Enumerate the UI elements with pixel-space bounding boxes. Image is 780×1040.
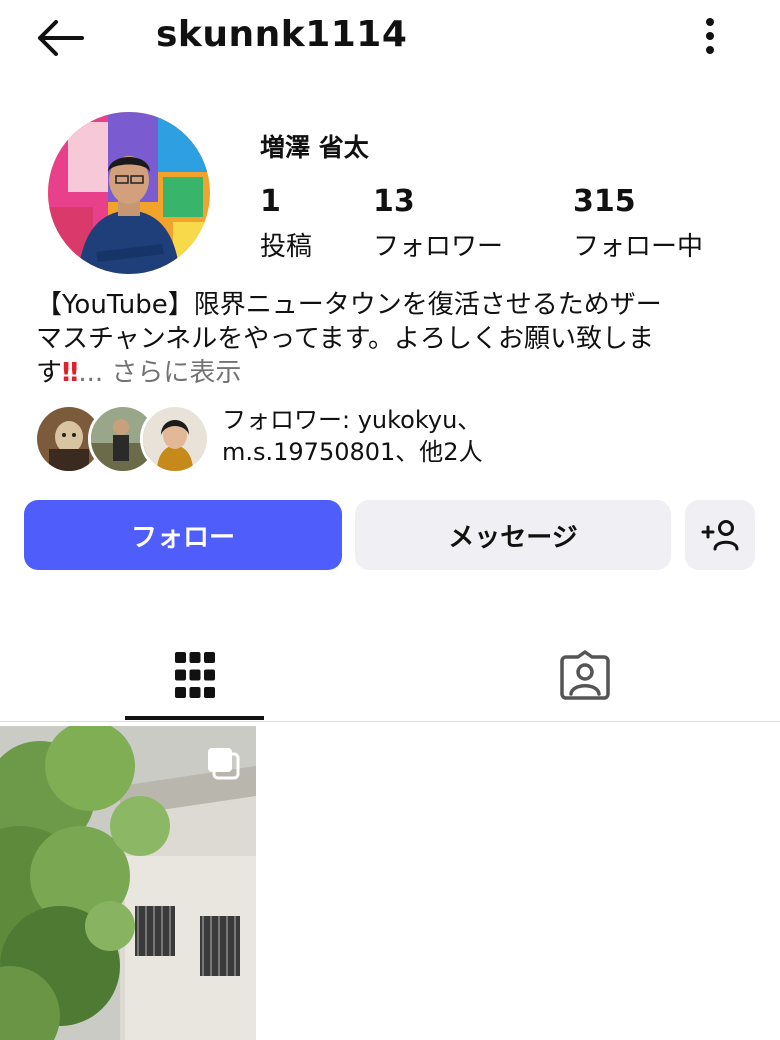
- tab-posts-grid[interactable]: [125, 630, 264, 720]
- profile-username: skunnk1114: [156, 14, 408, 55]
- mutual-line-2: m.s.19750801、他2人: [222, 438, 483, 466]
- tagged-person-icon: [560, 650, 610, 700]
- message-button[interactable]: メッセージ: [355, 500, 671, 570]
- bio-more-link[interactable]: ... さらに表示: [78, 358, 241, 388]
- suggest-users-button[interactable]: [685, 500, 755, 570]
- active-tab-indicator: [125, 716, 264, 720]
- grid-icon: [174, 652, 215, 698]
- bio-line-2: マスチャンネルをやってます。よろしくお願い致しま: [36, 324, 655, 354]
- stat-posts-number: 1: [260, 184, 281, 219]
- stat-posts[interactable]: 1 投稿: [260, 184, 312, 263]
- carousel-icon: [208, 748, 240, 780]
- back-button[interactable]: [30, 14, 90, 62]
- display-name: 増澤 省太: [260, 133, 369, 162]
- post-thumbnail[interactable]: [0, 726, 256, 1040]
- tab-divider: [0, 721, 780, 722]
- mutual-followers-text[interactable]: フォロワー: yukokyu、 m.s.19750801、他2人: [222, 404, 483, 468]
- add-person-icon: [701, 520, 739, 551]
- bio-line-3-text: す: [36, 358, 63, 388]
- profile-bio: 【YouTube】限界ニュータウンを復活させるためザー マスチャンネルをやってま…: [36, 288, 756, 390]
- follow-button[interactable]: フォロー: [24, 500, 342, 570]
- vertical-dots-icon: [706, 18, 714, 54]
- stat-following-number: 315: [573, 184, 636, 219]
- bio-line-1: 【YouTube】限界ニュータウンを復活させるためザー: [36, 290, 662, 320]
- bio-line-3: す‼... さらに表示: [36, 356, 756, 390]
- stat-following-label: フォロー中: [573, 232, 704, 262]
- profile-avatar[interactable]: [48, 112, 210, 274]
- stat-followers[interactable]: 13 フォロワー: [373, 184, 503, 263]
- stat-posts-label: 投稿: [260, 232, 313, 262]
- double-exclamation-icon: ‼: [62, 358, 79, 388]
- tab-tagged[interactable]: [520, 630, 650, 720]
- stat-followers-label: フォロワー: [373, 232, 504, 262]
- more-options-button[interactable]: [690, 14, 730, 62]
- arrow-left-icon: [38, 20, 84, 56]
- mutual-avatar: [140, 404, 210, 474]
- avatar-image: [48, 112, 210, 274]
- mutual-line-1: フォロワー: yukokyu、: [222, 406, 482, 434]
- stat-followers-number: 13: [373, 184, 415, 219]
- stat-following[interactable]: 315 フォロー中: [573, 184, 703, 263]
